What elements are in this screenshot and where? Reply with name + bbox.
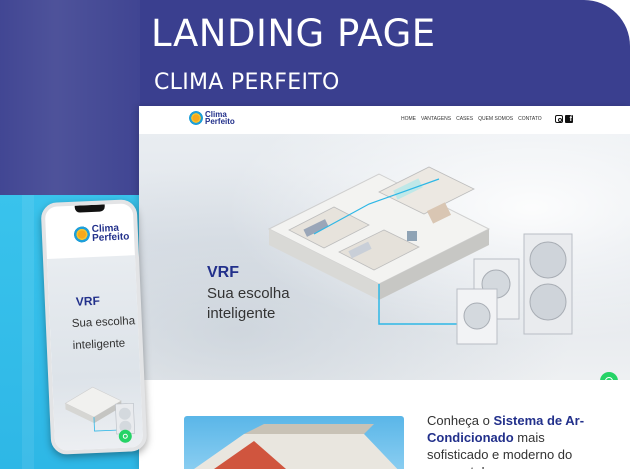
mobile-brand-logo[interactable]: Clima Perfeito bbox=[73, 223, 130, 244]
hero-tagline-1: Sua escolha bbox=[207, 285, 290, 302]
nav-item-quem-somos[interactable]: Quem somos bbox=[478, 116, 513, 122]
nav-item-vantagens[interactable]: Vantagens bbox=[421, 116, 451, 122]
page-title: LANDING PAGE bbox=[151, 12, 436, 55]
mobile-floorplan-illustration bbox=[64, 386, 135, 435]
mobile-hero-tagline-2: inteligente bbox=[72, 337, 126, 352]
sun-icon bbox=[73, 226, 91, 243]
hero-heading: VRF bbox=[207, 264, 239, 281]
brand-line-2: Perfeito bbox=[205, 117, 235, 127]
nav-item-home[interactable]: Home bbox=[401, 116, 416, 122]
floorplan-illustration bbox=[267, 166, 573, 345]
mobile-hero: VRF Sua escolha inteligente bbox=[46, 254, 148, 455]
nav-menu: Home Vantagens Cases Quem somos Contato bbox=[401, 116, 542, 122]
navbar: Clima Perfeito Home Vantagens Cases Quem… bbox=[139, 106, 630, 134]
social-links: f bbox=[555, 115, 573, 123]
instagram-icon[interactable] bbox=[555, 115, 563, 123]
building-photo bbox=[184, 416, 404, 469]
intro-text: Conheça o Sistema de Ar-Condicionado mai… bbox=[427, 413, 585, 469]
brand-logo[interactable]: Clima Perfeito bbox=[189, 110, 235, 127]
mobile-hero-heading: VRF bbox=[75, 293, 101, 309]
mobile-brand-line-2: Perfeito bbox=[91, 231, 130, 244]
page-subtitle: CLIMA PERFEITO bbox=[154, 70, 340, 95]
phone-notch bbox=[74, 204, 105, 213]
mobile-hero-tagline-1: Sua escolha bbox=[71, 315, 136, 330]
desktop-mockup: Clima Perfeito Home Vantagens Cases Quem… bbox=[139, 106, 630, 469]
nav-item-contato[interactable]: Contato bbox=[518, 116, 542, 122]
hero-tagline-2: inteligente bbox=[207, 305, 276, 322]
hero-banner: VRF Sua escolha inteligente bbox=[139, 134, 630, 390]
sun-icon bbox=[189, 111, 203, 126]
intro-section: Conheça o Sistema de Ar-Condicionado mai… bbox=[139, 380, 630, 469]
nav-item-cases[interactable]: Cases bbox=[456, 116, 473, 122]
facebook-icon[interactable]: f bbox=[565, 115, 573, 123]
mobile-mockup: Clima Perfeito ☰ VRF Sua escolha intelig… bbox=[40, 199, 148, 455]
